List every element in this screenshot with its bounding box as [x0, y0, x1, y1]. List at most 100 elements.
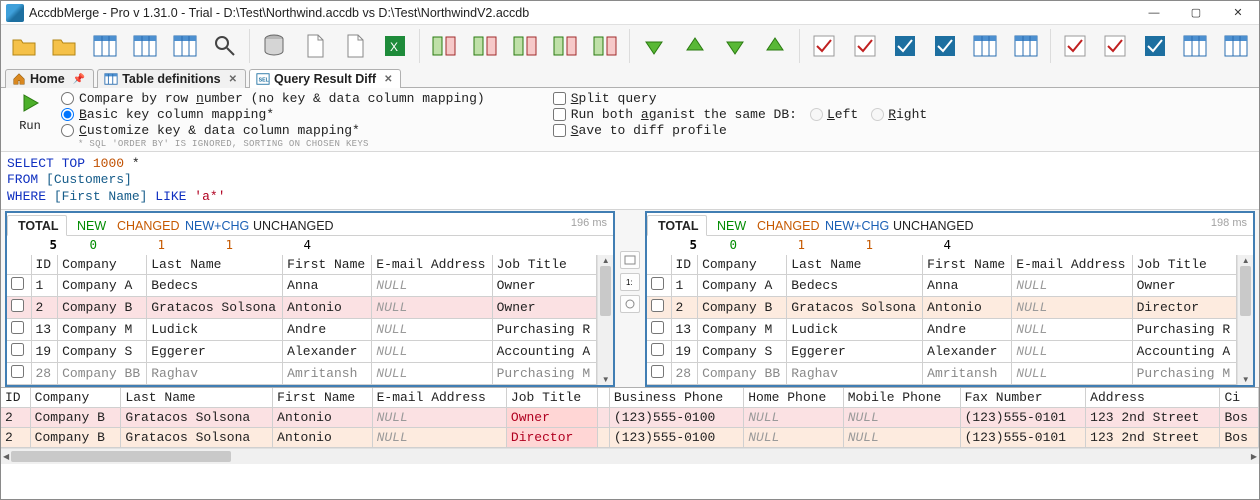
- reject-right-icon[interactable]: [1006, 27, 1044, 65]
- excel-export-icon[interactable]: X: [376, 27, 414, 65]
- apply-pair-icon[interactable]: [1136, 27, 1174, 65]
- col-header[interactable]: First Name: [273, 388, 372, 408]
- row-check[interactable]: [651, 365, 664, 378]
- table-row[interactable]: 13Company MLudickAndre NULLPurchasing R: [7, 318, 597, 340]
- opt-same-db-left-radio[interactable]: [810, 108, 823, 121]
- table-row[interactable]: 19Company SEggererAlexander NULLAccounti…: [7, 340, 597, 362]
- row-check[interactable]: [11, 365, 24, 378]
- merge-left-icon[interactable]: [425, 27, 463, 65]
- reject-left-icon[interactable]: [966, 27, 1004, 65]
- merge-left-all-icon[interactable]: [465, 27, 503, 65]
- arrow-down-double-icon[interactable]: [716, 27, 754, 65]
- table-row[interactable]: 1Company ABedecsAnna NULLOwner: [7, 274, 597, 296]
- left-tab-unchanged[interactable]: UNCHANGED: [243, 216, 321, 235]
- row-check[interactable]: [11, 299, 24, 312]
- left-tab-new[interactable]: NEW: [67, 216, 107, 235]
- sql-editor[interactable]: SELECT TOP 1000 * FROM [Customers] WHERE…: [1, 152, 1259, 210]
- opt-custom-key-radio[interactable]: [61, 124, 74, 137]
- check-left-icon[interactable]: [805, 27, 843, 65]
- arrow-down-green-icon[interactable]: [635, 27, 673, 65]
- col-header[interactable]: Job Title: [1132, 255, 1237, 275]
- detail-scrollbar[interactable]: ◀ ▶: [1, 448, 1259, 464]
- col-header[interactable]: Job Title: [492, 255, 597, 275]
- close-icon[interactable]: ✕: [384, 74, 392, 85]
- table-row[interactable]: 2Company BGratacos SolsonaAntonio NULLOw…: [1, 407, 1259, 427]
- col-header[interactable]: Fax Number: [960, 388, 1086, 408]
- col-header[interactable]: Ci: [1220, 388, 1259, 408]
- row-check[interactable]: [651, 277, 664, 290]
- col-header[interactable]: E-mail Address: [372, 255, 492, 275]
- scroll-down-icon[interactable]: ▼: [1242, 374, 1250, 385]
- opt-split-query-check[interactable]: [553, 92, 566, 105]
- table-row[interactable]: 2Company BGratacos SolsonaAntonio NULLDi…: [647, 296, 1237, 318]
- row-check[interactable]: [11, 343, 24, 356]
- right-tab-newchg[interactable]: NEW+CHG: [815, 216, 883, 235]
- table-row[interactable]: 2Company BGratacos SolsonaAntonio NULLOw…: [7, 296, 597, 318]
- tab-query-diff[interactable]: SEL Query Result Diff ✕: [249, 69, 402, 88]
- opt-save-profile[interactable]: Save to diff profile: [553, 123, 928, 138]
- right-tab-total[interactable]: TOTAL: [647, 215, 707, 236]
- col-header[interactable]: Last Name: [121, 388, 273, 408]
- db-refresh-icon[interactable]: [255, 27, 293, 65]
- check-pair-off-icon[interactable]: [1096, 27, 1134, 65]
- row-check[interactable]: [11, 277, 24, 290]
- col-header[interactable]: E-mail Address: [1012, 255, 1132, 275]
- arrow-up-green-icon[interactable]: [676, 27, 714, 65]
- tab-definitions[interactable]: Table definitions ✕: [97, 69, 246, 88]
- detail-grid[interactable]: IDCompanyLast NameFirst NameE-mail Addre…: [1, 388, 1259, 448]
- scroll-up-icon[interactable]: ▲: [1242, 255, 1250, 266]
- compare-cfg-icon[interactable]: [166, 27, 204, 65]
- close-icon[interactable]: ✕: [229, 74, 237, 85]
- right-scrollbar[interactable]: ▲ ▼: [1237, 255, 1253, 385]
- find-icon[interactable]: [206, 27, 244, 65]
- merge-center-icon[interactable]: [586, 27, 624, 65]
- col-header[interactable]: Last Name: [787, 255, 923, 275]
- opt-split-query[interactable]: Split query: [553, 91, 928, 106]
- opt-same-db[interactable]: Run both aganist the same DB: Left Right: [553, 107, 928, 122]
- scroll-down-icon[interactable]: ▼: [602, 374, 610, 385]
- opt-custom-key[interactable]: Customize key & data column mapping*: [61, 123, 485, 138]
- opt-same-db-right-radio[interactable]: [871, 108, 884, 121]
- scroll-left-icon[interactable]: ◀: [1, 452, 11, 461]
- check-pair-icon[interactable]: [1056, 27, 1094, 65]
- left-grid[interactable]: IDCompanyLast NameFirst NameE-mail Addre…: [7, 255, 597, 385]
- open-file-icon[interactable]: [5, 27, 43, 65]
- scroll-up-icon[interactable]: ▲: [602, 255, 610, 266]
- table-row[interactable]: 13Company MLudickAndre NULLPurchasing R: [647, 318, 1237, 340]
- table-row[interactable]: 19Company SEggererAlexander NULLAccounti…: [647, 340, 1237, 362]
- col-header[interactable]: [7, 255, 31, 275]
- col-header[interactable]: ID: [31, 255, 58, 275]
- opt-row-number[interactable]: Compare by row number (no key & data col…: [61, 91, 485, 106]
- reject-pair-icon[interactable]: [1176, 27, 1214, 65]
- compare-icon[interactable]: [85, 27, 123, 65]
- opt-basic-key-radio[interactable]: [61, 108, 74, 121]
- col-header[interactable]: Business Phone: [609, 388, 743, 408]
- col-header[interactable]: Company: [58, 255, 147, 275]
- col-header[interactable]: Last Name: [147, 255, 283, 275]
- col-header[interactable]: First Name: [283, 255, 372, 275]
- col-header[interactable]: Job Title: [506, 388, 597, 408]
- scroll-thumb[interactable]: [600, 266, 611, 316]
- apply-right-icon[interactable]: [926, 27, 964, 65]
- left-tab-changed[interactable]: CHANGED: [107, 216, 175, 235]
- apply-left-icon[interactable]: [886, 27, 924, 65]
- opt-same-db-right[interactable]: Right: [871, 107, 927, 122]
- col-header[interactable]: ID: [1, 388, 30, 408]
- col-header[interactable]: [597, 388, 609, 408]
- close-button[interactable]: ✕: [1217, 1, 1259, 25]
- right-tab-unchanged[interactable]: UNCHANGED: [883, 216, 961, 235]
- table-row[interactable]: 2Company BGratacos SolsonaAntonio NULLDi…: [1, 427, 1259, 447]
- tab-home[interactable]: Home 📌: [5, 69, 94, 88]
- scroll-thumb[interactable]: [1240, 266, 1251, 316]
- right-tab-new[interactable]: NEW: [707, 216, 747, 235]
- copy-row-left-button[interactable]: 1:: [620, 273, 640, 291]
- scroll-thumb[interactable]: [11, 451, 231, 462]
- row-check[interactable]: [651, 321, 664, 334]
- toggle-row-button[interactable]: [620, 295, 640, 313]
- copy-sheet-icon[interactable]: [336, 27, 374, 65]
- col-header[interactable]: ID: [671, 255, 698, 275]
- col-header[interactable]: Company: [30, 388, 121, 408]
- opt-row-number-radio[interactable]: [61, 92, 74, 105]
- col-header[interactable]: [647, 255, 671, 275]
- arrow-pair-icon[interactable]: [1217, 27, 1255, 65]
